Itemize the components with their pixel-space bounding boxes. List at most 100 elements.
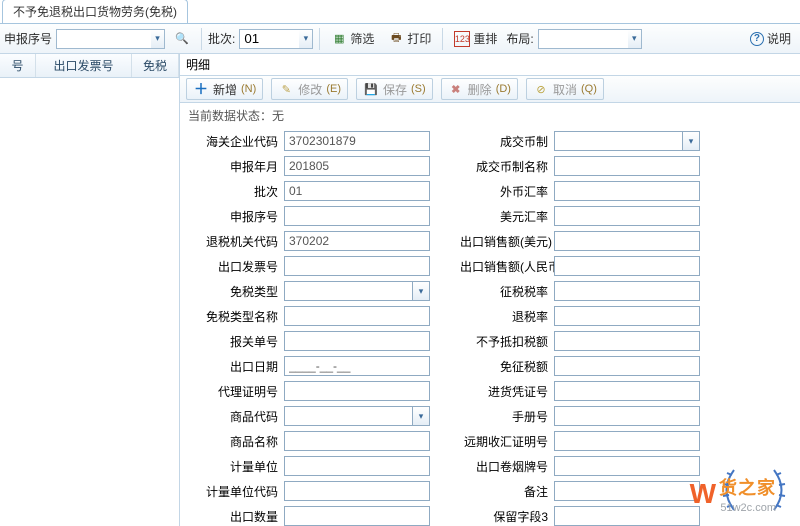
search-button[interactable]: 🔍: [169, 28, 195, 50]
field-input[interactable]: [554, 331, 700, 351]
form-row: 成交币制 ▾: [460, 130, 700, 152]
field-input[interactable]: [284, 456, 430, 476]
help-button[interactable]: ?说明: [745, 28, 796, 50]
field-input[interactable]: [284, 381, 430, 401]
batch-input[interactable]: [239, 29, 299, 49]
form-col-right: 成交币制▾成交币制名称外币汇率美元汇率出口销售额(美元)出口销售额(人民币)征税…: [460, 130, 700, 526]
layout-dropdown-caret[interactable]: ▾: [628, 29, 642, 49]
print-button[interactable]: 🖶打印: [383, 28, 436, 50]
layout-input[interactable]: [538, 29, 628, 49]
add-button[interactable]: ＋新增(N): [186, 78, 263, 100]
field-input[interactable]: [284, 406, 412, 426]
form-row: 申报序号: [190, 205, 430, 227]
batch-label: 批次:: [208, 30, 235, 47]
form-row: 备注: [460, 480, 700, 502]
field-label: 出口销售额(美元): [460, 233, 554, 250]
add-icon: ＋: [193, 81, 209, 97]
form-row: 免税类型▾: [190, 280, 430, 302]
seq-label: 申报序号: [4, 30, 52, 47]
grid-col-taxfree[interactable]: 免税: [132, 54, 179, 77]
field-input[interactable]: [554, 256, 700, 276]
field-label: 免税类型名称: [190, 308, 284, 325]
form-row: 远期收汇证明号: [460, 430, 700, 452]
grid-col-invoice[interactable]: 出口发票号: [36, 54, 132, 77]
field-input[interactable]: [284, 131, 430, 151]
field-input[interactable]: [284, 331, 430, 351]
seq-input[interactable]: [56, 29, 151, 49]
field-label: 出口卷烟牌号: [460, 458, 554, 475]
field-input[interactable]: [284, 306, 430, 326]
form-area: 海关企业代码申报年月批次申报序号退税机关代码出口发票号免税类型▾免税类型名称报关…: [180, 128, 800, 526]
form-row: 出口卷烟牌号: [460, 455, 700, 477]
watermark-w: W: [690, 478, 716, 510]
form-row: 计量单位: [190, 455, 430, 477]
tab-active[interactable]: 不予免退税出口货物劳务(免税): [2, 0, 188, 23]
field-label: 手册号: [460, 408, 554, 425]
field-input[interactable]: [284, 506, 430, 526]
field-input[interactable]: [554, 456, 700, 476]
save-button[interactable]: 💾保存(S): [356, 78, 433, 100]
seq-dropdown-caret[interactable]: ▾: [151, 29, 165, 49]
field-input[interactable]: [554, 431, 700, 451]
field-input[interactable]: [554, 356, 700, 376]
field-label: 保留字段3: [460, 508, 554, 525]
filter-button[interactable]: ▦筛选: [326, 28, 379, 50]
field-input[interactable]: [554, 281, 700, 301]
form-row: 批次: [190, 180, 430, 202]
chevron-down-icon[interactable]: ▾: [682, 131, 700, 151]
chevron-down-icon[interactable]: ▾: [412, 281, 430, 301]
form-row: 海关企业代码: [190, 130, 430, 152]
field-label: 免征税额: [460, 358, 554, 375]
search-icon: 🔍: [174, 31, 190, 47]
field-input[interactable]: [284, 281, 412, 301]
form-row: 商品代码▾: [190, 405, 430, 427]
detail-toolbar: ＋新增(N) ✎修改(E) 💾保存(S) ✖删除(D) ⊘取消(Q): [180, 75, 800, 103]
field-input[interactable]: [554, 406, 700, 426]
grid-col-num[interactable]: 号: [0, 54, 36, 77]
field-label: 出口日期: [190, 358, 284, 375]
field-input[interactable]: [554, 231, 700, 251]
field-input[interactable]: [284, 206, 430, 226]
field-input[interactable]: [554, 506, 700, 526]
watermark-brand: 货之家: [719, 474, 776, 500]
field-label: 成交币制: [460, 133, 554, 150]
field-label: 申报序号: [190, 208, 284, 225]
field-label: 退税率: [460, 308, 554, 325]
field-label: 不予抵扣税额: [460, 333, 554, 350]
field-input[interactable]: [284, 431, 430, 451]
field-label: 成交币制名称: [460, 158, 554, 175]
delete-button[interactable]: ✖删除(D): [441, 78, 518, 100]
field-input[interactable]: [554, 181, 700, 201]
field-input[interactable]: [284, 481, 430, 501]
field-input[interactable]: [554, 131, 682, 151]
field-label: 退税机关代码: [190, 233, 284, 250]
field-label: 美元汇率: [460, 208, 554, 225]
field-input[interactable]: [554, 381, 700, 401]
grid-header: 号 出口发票号 免税: [0, 54, 179, 78]
save-icon: 💾: [363, 81, 379, 97]
form-row: 进货凭证号: [460, 380, 700, 402]
field-label: 报关单号: [190, 333, 284, 350]
grid-panel: 号 出口发票号 免税: [0, 54, 180, 526]
field-input[interactable]: [284, 181, 430, 201]
field-input[interactable]: [284, 256, 430, 276]
field-input[interactable]: [554, 306, 700, 326]
field-input[interactable]: [554, 156, 700, 176]
form-row: 手册号: [460, 405, 700, 427]
field-input[interactable]: [284, 231, 430, 251]
batch-dropdown-caret[interactable]: ▾: [299, 29, 313, 49]
field-input[interactable]: [284, 156, 430, 176]
form-col-left: 海关企业代码申报年月批次申报序号退税机关代码出口发票号免税类型▾免税类型名称报关…: [190, 130, 430, 526]
field-label: 出口发票号: [190, 258, 284, 275]
field-input[interactable]: [554, 481, 700, 501]
reorder-button[interactable]: 123重排: [449, 28, 502, 50]
form-row: 出口发票号: [190, 255, 430, 277]
field-input[interactable]: [284, 356, 430, 376]
form-row: 成交币制名称: [460, 155, 700, 177]
edit-button[interactable]: ✎修改(E): [271, 78, 348, 100]
chevron-down-icon[interactable]: ▾: [412, 406, 430, 426]
field-label: 远期收汇证明号: [460, 433, 554, 450]
watermark-url: 51w2c.com: [720, 502, 776, 514]
cancel-button[interactable]: ⊘取消(Q): [526, 78, 604, 100]
field-input[interactable]: [554, 206, 700, 226]
